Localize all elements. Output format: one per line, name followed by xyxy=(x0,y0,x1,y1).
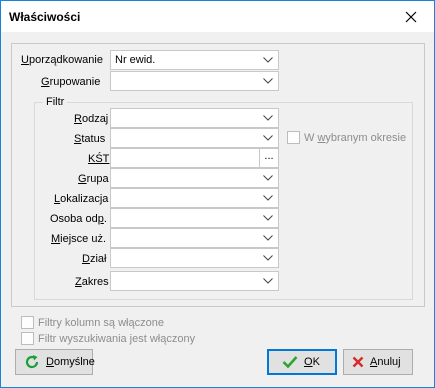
defaults-label: Domyślne xyxy=(46,356,95,368)
chevron-down-icon xyxy=(260,249,276,267)
cancel-button[interactable]: Anuluj xyxy=(343,349,413,375)
chevron-down-icon xyxy=(260,129,276,147)
title-bar: Właściwości xyxy=(1,1,434,32)
kst-label: KŚT xyxy=(88,153,110,165)
place-of-use-select[interactable] xyxy=(110,228,279,248)
chevron-down-icon xyxy=(260,272,276,290)
group-label: Grupa xyxy=(78,173,109,185)
location-select[interactable] xyxy=(110,188,279,208)
location-label: Lokalizacja xyxy=(54,193,109,205)
group-select[interactable] xyxy=(110,168,279,188)
kst-input[interactable] xyxy=(110,148,260,168)
column-filters-label: Filtry kolumn są włączone xyxy=(38,317,164,329)
ordering-select[interactable]: Nr ewid. xyxy=(110,50,279,70)
status-select[interactable] xyxy=(110,128,279,148)
responsible-person-label: Osoba odp. xyxy=(50,213,107,225)
close-button[interactable] xyxy=(388,1,434,32)
in-selected-period-checkbox[interactable] xyxy=(287,131,300,144)
chevron-down-icon xyxy=(260,189,276,207)
search-filter-checkbox[interactable] xyxy=(21,332,34,345)
cancel-x-icon xyxy=(352,356,364,368)
in-selected-period-label: W wybranym okresie xyxy=(304,132,407,144)
chevron-down-icon xyxy=(260,229,276,247)
status-label: Status xyxy=(74,133,106,145)
cancel-label: Anuluj xyxy=(370,356,401,368)
defaults-button[interactable]: Domyślne xyxy=(15,349,95,375)
type-label: Rodzaj xyxy=(74,113,109,125)
range-select[interactable] xyxy=(110,271,279,291)
responsible-person-select[interactable] xyxy=(110,208,279,228)
filter-legend: Filtr xyxy=(43,96,68,108)
chevron-down-icon xyxy=(260,72,276,90)
place-of-use-label: Miejsce uż. xyxy=(51,233,107,245)
grouping-label: Grupowanie xyxy=(41,76,101,88)
ok-button[interactable]: OK xyxy=(267,349,337,375)
close-icon xyxy=(405,11,417,22)
department-label: Dział xyxy=(82,253,107,265)
ok-label: OK xyxy=(304,356,320,368)
ordering-value: Nr ewid. xyxy=(115,54,156,66)
type-select[interactable] xyxy=(110,108,279,128)
ordering-label: Uporządkowanie xyxy=(21,54,103,66)
chevron-down-icon xyxy=(260,209,276,227)
range-label: Zakres xyxy=(75,276,109,288)
chevron-down-icon xyxy=(260,109,276,127)
grouping-select[interactable] xyxy=(110,71,279,91)
department-select[interactable] xyxy=(110,248,279,268)
chevron-down-icon xyxy=(260,51,276,69)
search-filter-label: Filtr wyszukiwania jest włączony xyxy=(38,333,196,345)
refresh-icon xyxy=(24,354,40,370)
checkmark-icon xyxy=(282,355,298,369)
kst-browse-button[interactable]: ... xyxy=(259,148,279,168)
chevron-down-icon xyxy=(260,169,276,187)
properties-dialog: Właściwości Uporządkowanie Nr ewid. Grup… xyxy=(0,0,435,388)
dialog-title: Właściwości xyxy=(9,10,81,24)
column-filters-checkbox[interactable] xyxy=(21,316,34,329)
